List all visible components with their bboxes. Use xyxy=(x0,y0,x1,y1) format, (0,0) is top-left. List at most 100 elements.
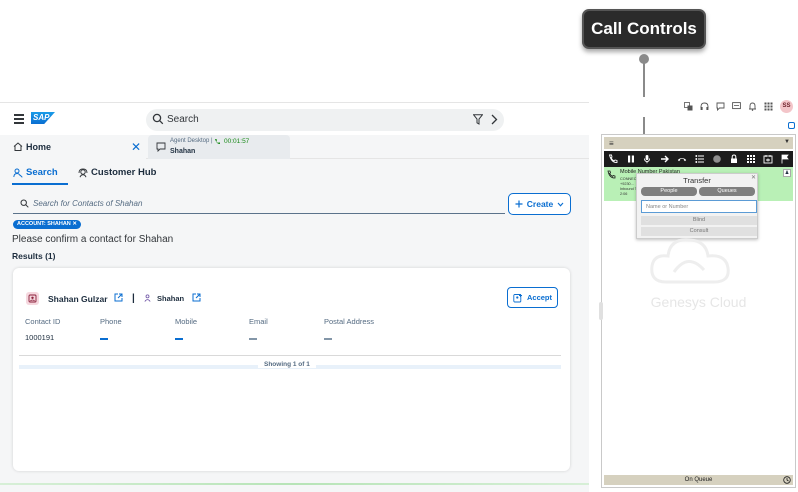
subtab-search-label: Search xyxy=(26,167,58,178)
sub-tabs: Search Customer Hub xyxy=(0,159,589,187)
customer-hub-icon xyxy=(78,168,88,177)
bell-icon[interactable] xyxy=(748,102,757,111)
phone-icon xyxy=(215,139,220,145)
subtab-search[interactable]: Search xyxy=(13,167,58,178)
subtab-active-indicator xyxy=(12,183,68,185)
pause-icon[interactable] xyxy=(626,154,636,164)
accept-button[interactable]: Accept xyxy=(507,287,558,308)
column-header-mobile: Mobile xyxy=(175,317,198,326)
tab-bar: Home ✕ Agent Desktop | 00:01:57 Shahan xyxy=(0,135,589,159)
chevron-down-icon xyxy=(557,202,564,207)
phone-call-icon[interactable] xyxy=(608,154,618,164)
subtab-customer-hub[interactable]: Customer Hub xyxy=(78,167,156,178)
user-avatar[interactable]: SS xyxy=(780,100,793,113)
apps-grid-icon[interactable] xyxy=(764,102,773,111)
presence-status-bar[interactable]: On Queue xyxy=(604,475,793,485)
search-icon xyxy=(152,113,164,125)
wrap-up-list-icon[interactable] xyxy=(695,154,705,164)
contact-search-placeholder: Search for Contacts of Shahan xyxy=(33,199,143,208)
open-external-icon[interactable] xyxy=(114,293,123,302)
messages-icon[interactable] xyxy=(732,102,741,111)
token-remove-icon[interactable]: ✕ xyxy=(72,221,77,227)
dialpad-icon[interactable] xyxy=(746,154,756,164)
column-header-contact-id: Contact ID xyxy=(25,317,61,326)
cell-postal-address-empty xyxy=(324,338,332,340)
sap-app: SAP Search Home ✕ Agent Desktop | 00:01:… xyxy=(0,102,589,492)
table-divider xyxy=(19,355,561,356)
accept-label: Accept xyxy=(526,293,552,302)
queues-button[interactable]: Queues xyxy=(699,187,755,196)
close-icon[interactable]: ✕ xyxy=(751,174,756,181)
contact-avatar xyxy=(26,292,39,305)
column-header-postal-address: Postal Address xyxy=(324,317,375,326)
genesys-header: ≡ ▼ xyxy=(604,137,793,149)
home-icon xyxy=(13,142,23,151)
chevron-right-icon[interactable] xyxy=(490,114,498,125)
flag-icon[interactable] xyxy=(780,154,790,164)
panel-toggle-icon[interactable] xyxy=(788,122,795,129)
panel-resize-handle[interactable] xyxy=(599,302,603,320)
contact-name-link[interactable]: Shahan Gulzar xyxy=(48,294,108,304)
record-icon[interactable] xyxy=(712,154,722,164)
genesys-brand-text: Genesys Cloud xyxy=(650,294,747,310)
chat-icon xyxy=(156,142,166,152)
tab-agent-contact: Shahan xyxy=(170,148,196,155)
tab-home-label: Home xyxy=(26,142,52,152)
confirm-message: Please confirm a contact for Shahan xyxy=(12,234,174,245)
search-icon xyxy=(20,199,29,208)
transfer-target-input[interactable]: Name or Number xyxy=(641,200,757,213)
account-name-link[interactable]: Shahan xyxy=(157,294,184,303)
call-timer: 00:01:57 xyxy=(224,138,250,145)
transfer-title: Transfer xyxy=(683,176,711,185)
filter-icon[interactable] xyxy=(473,114,483,125)
schedule-callback-icon[interactable] xyxy=(763,154,773,164)
global-search-field[interactable]: Search xyxy=(146,109,504,131)
call-controls-bar xyxy=(604,151,793,167)
genesys-cloud-logo xyxy=(650,238,730,284)
translate-icon[interactable] xyxy=(684,102,693,111)
browser-toolbar: SS xyxy=(589,97,798,117)
tab-home[interactable]: Home ✕ xyxy=(0,135,146,159)
people-button[interactable]: People xyxy=(641,187,697,196)
tab-agent-desktop-label: Agent Desktop | xyxy=(170,138,213,144)
paging-status: Showing 1 of 1 xyxy=(258,361,316,368)
status-strip xyxy=(0,483,589,485)
cell-mobile-empty xyxy=(175,338,183,340)
clock-icon[interactable] xyxy=(783,476,791,484)
headset-icon[interactable] xyxy=(700,102,709,111)
account-token-label: ACCOUNT: SHAHAN xyxy=(17,221,71,227)
cell-phone-empty xyxy=(100,338,108,340)
genesys-dropdown-icon[interactable]: ▼ xyxy=(784,139,790,145)
hang-up-icon[interactable] xyxy=(677,154,687,164)
contact-icon xyxy=(28,294,37,303)
plus-icon xyxy=(515,200,523,208)
create-button[interactable]: Create xyxy=(508,193,571,215)
subtab-customer-hub-label: Customer Hub xyxy=(91,167,157,178)
cell-email-empty xyxy=(249,338,257,340)
cell-contact-id: 1000191 xyxy=(25,333,55,342)
transfer-arrow-icon[interactable] xyxy=(660,154,670,164)
participant-icon[interactable]: ♟ xyxy=(783,169,791,177)
global-search-placeholder: Search xyxy=(167,114,199,125)
separator: | xyxy=(132,293,135,304)
microphone-icon[interactable] xyxy=(642,154,652,164)
accept-contact-icon xyxy=(513,293,522,302)
open-external-icon[interactable] xyxy=(192,293,201,302)
transfer-popover: Transfer ✕ People Queues Name or Number … xyxy=(636,173,758,239)
transfer-target-placeholder: Name or Number xyxy=(646,204,689,210)
chat-bubble-icon[interactable] xyxy=(716,102,725,111)
lock-icon[interactable] xyxy=(729,154,739,164)
incoming-call-icon xyxy=(607,170,616,179)
tab-agent-desktop[interactable]: Agent Desktop | 00:01:57 Shahan xyxy=(148,135,290,159)
blind-transfer-button[interactable]: Blind xyxy=(641,216,757,225)
contact-search-input[interactable]: Search for Contacts of Shahan xyxy=(13,194,505,214)
results-heading: Results (1) xyxy=(12,251,56,261)
call-controls-callout: Call Controls xyxy=(582,9,706,49)
account-filter-token[interactable]: ACCOUNT: SHAHAN ✕ xyxy=(13,220,81,229)
menu-icon[interactable] xyxy=(14,114,24,126)
person-search-icon xyxy=(13,168,23,178)
sap-logo: SAP xyxy=(31,112,55,124)
shell-bar: SAP Search xyxy=(0,103,589,135)
genesys-menu-icon[interactable]: ≡ xyxy=(609,139,614,148)
close-tab-icon[interactable]: ✕ xyxy=(131,140,141,154)
